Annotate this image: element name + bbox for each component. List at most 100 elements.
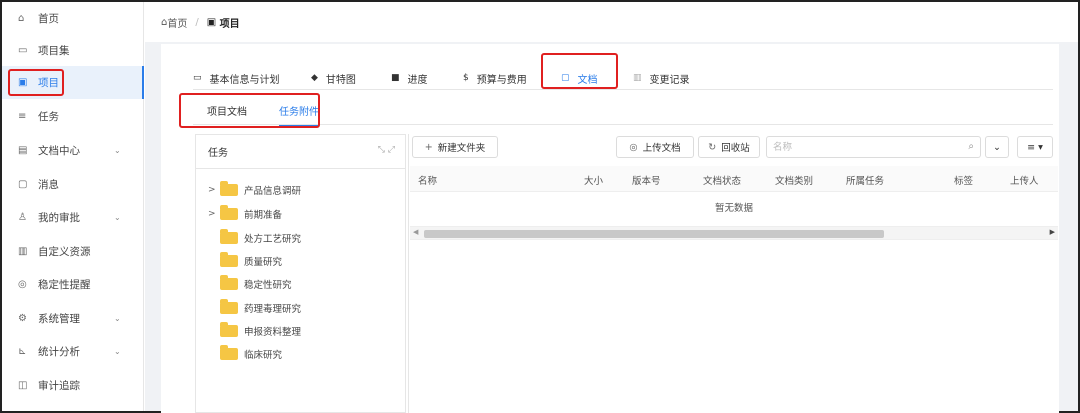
- tree-node-label: 前期准备: [244, 210, 283, 221]
- tab-progress[interactable]: ■ 进度: [391, 68, 428, 88]
- panel-divider: [408, 134, 409, 413]
- recycle-bin-button[interactable]: ↻ 回收站: [698, 136, 760, 158]
- search-input[interactable]: [767, 137, 947, 157]
- tree-node[interactable]: 临床研究: [208, 345, 282, 363]
- sidebar-item-label: 项目集: [38, 45, 70, 57]
- sidebar-item-task[interactable]: ≡ 任务: [2, 100, 144, 133]
- sidebar-item-document-center[interactable]: ▤ 文档中心 ⌄: [2, 134, 144, 167]
- tab-label: 预算与费用: [476, 74, 527, 86]
- change-log-icon: ▥: [633, 73, 642, 83]
- project-tabs: ▭ 基本信息与计划 ◆ 甘特图 ■ 进度 $ 预算与费用 ▢ 文档 ▥ 变更记录: [193, 66, 1053, 90]
- upload-label: 上传文档: [642, 143, 681, 154]
- tab-change-log[interactable]: ▥ 变更记录: [633, 68, 690, 88]
- folder-icon: [220, 275, 238, 290]
- scroll-right-icon[interactable]: ▶: [1050, 228, 1055, 236]
- empty-state: 暂无数据: [714, 203, 753, 214]
- sidebar-item-my-approval[interactable]: ♙ 我的审批 ⌄: [2, 201, 144, 234]
- tree-node-label: 产品信息调研: [244, 186, 302, 197]
- tree-title: 任务: [208, 148, 228, 159]
- tree-node[interactable]: > 前期准备: [208, 205, 282, 223]
- sidebar-item-system-management[interactable]: ⚙ 系统管理 ⌄: [2, 302, 144, 335]
- sidebar-item-project-collection[interactable]: ▭ 项目集: [2, 34, 144, 67]
- chart-icon: ⊾: [18, 346, 27, 357]
- tree-node[interactable]: 质量研究: [208, 252, 282, 270]
- tab-gantt[interactable]: ◆ 甘特图: [311, 68, 356, 88]
- approval-icon: ♙: [18, 212, 27, 223]
- scrollbar-thumb[interactable]: [424, 230, 884, 238]
- folder-icon: [220, 322, 238, 337]
- sidebar-item-label: 任务: [38, 111, 59, 123]
- tab-label: 进度: [407, 74, 428, 86]
- tree-node-label: 稳定性研究: [244, 280, 292, 291]
- upload-icon: ◎: [629, 141, 638, 153]
- folder-icon: [220, 205, 238, 220]
- chevron-down-icon: ⌄: [114, 213, 121, 222]
- folder-collection-icon: ▭: [18, 45, 28, 56]
- tree-node-label: 处方工艺研究: [244, 234, 302, 245]
- sidebar-item-label: 系统管理: [38, 313, 80, 325]
- new-folder-label: 新建文件夹: [437, 143, 486, 154]
- tree-node-label: 药理毒理研究: [244, 304, 302, 315]
- refresh-icon: ↻: [708, 141, 717, 153]
- info-icon: ▭: [193, 73, 202, 83]
- document-center-icon: ▤: [18, 145, 28, 156]
- breadcrumb: ⌂ 首页 / ▣ 项目: [145, 2, 1078, 42]
- search-icon[interactable]: ⌕: [968, 141, 974, 152]
- folder-icon: [220, 345, 238, 360]
- column-header[interactable]: 标签: [954, 173, 973, 187]
- sidebar-item-custom-resource[interactable]: ▥ 自定义资源: [2, 235, 144, 268]
- column-header[interactable]: 名称: [418, 173, 437, 187]
- sidebar-item-home[interactable]: ⌂ 首页: [2, 2, 144, 35]
- sidebar-item-statistics[interactable]: ⊾ 统计分析 ⌄: [2, 335, 144, 368]
- folder-icon: [220, 252, 238, 267]
- sidebar-item-audit-trail[interactable]: ◫ 审计追踪: [2, 369, 144, 402]
- chevron-right-icon[interactable]: >: [208, 185, 220, 195]
- sidebar-item-stability-reminder[interactable]: ◎ 稳定性提醒: [2, 268, 144, 301]
- settings-icon: ⚙: [18, 313, 27, 324]
- folder-icon: [220, 229, 238, 244]
- horizontal-scrollbar[interactable]: ◀ ▶: [410, 226, 1058, 240]
- audit-icon: ◫: [18, 380, 28, 391]
- tree-node[interactable]: 稳定性研究: [208, 275, 292, 293]
- chevron-down-icon: ⌄: [114, 347, 121, 356]
- table-header: 名称 大小 版本号 文档状态 文档类别 所属任务 标签 上传人: [410, 166, 1058, 192]
- sidebar-item-label: 我的审批: [38, 212, 80, 224]
- folder-icon: [220, 299, 238, 314]
- expand-collapse-icon[interactable]: ⤡ ⤢: [378, 145, 395, 155]
- tree-node[interactable]: 药理毒理研究: [208, 299, 301, 317]
- column-header[interactable]: 文档状态: [703, 173, 741, 187]
- dollar-icon: $: [463, 73, 469, 83]
- search-options-dropdown[interactable]: ⌄: [985, 136, 1009, 158]
- column-header[interactable]: 文档类别: [775, 173, 813, 187]
- breadcrumb-current: 项目: [219, 18, 240, 30]
- sidebar-item-message[interactable]: ▢ 消息: [2, 168, 144, 201]
- scroll-left-icon[interactable]: ◀: [413, 228, 418, 236]
- highlight-box: [541, 53, 618, 89]
- view-mode-button[interactable]: ≡ ▾: [1017, 136, 1053, 158]
- column-header[interactable]: 上传人: [1010, 173, 1039, 187]
- task-tree-panel: 任务 ⤡ ⤢ > 产品信息调研 > 前期准备 处方工艺研究 质量研究 稳定性研究 药…: [195, 134, 406, 413]
- tab-label: 变更记录: [649, 74, 690, 86]
- column-header[interactable]: 版本号: [632, 173, 661, 187]
- list-icon: ≡: [18, 111, 27, 122]
- tab-label: 基本信息与计划: [209, 74, 280, 86]
- tree-node[interactable]: 处方工艺研究: [208, 229, 301, 247]
- new-folder-button[interactable]: + 新建文件夹: [412, 136, 498, 158]
- tab-budget[interactable]: $ 预算与费用: [463, 68, 527, 88]
- breadcrumb-separator: /: [195, 16, 199, 28]
- progress-icon: ■: [391, 73, 400, 83]
- folder-icon: [220, 181, 238, 196]
- tree-node-label: 质量研究: [244, 257, 283, 268]
- tree-node[interactable]: > 产品信息调研: [208, 181, 301, 199]
- column-header[interactable]: 所属任务: [846, 173, 884, 187]
- tree-node-label: 申报资料整理: [244, 327, 302, 338]
- tree-node[interactable]: 申报资料整理: [208, 322, 301, 340]
- upload-document-button[interactable]: ◎ 上传文档: [616, 136, 694, 158]
- highlight-box: [179, 93, 320, 128]
- column-header[interactable]: 大小: [584, 173, 603, 187]
- tab-basic-info[interactable]: ▭ 基本信息与计划: [193, 68, 280, 88]
- sidebar-item-label: 稳定性提醒: [38, 279, 91, 291]
- chevron-down-icon: ⌄: [114, 146, 121, 155]
- breadcrumb-home[interactable]: 首页: [167, 15, 187, 30]
- chevron-right-icon[interactable]: >: [208, 209, 220, 219]
